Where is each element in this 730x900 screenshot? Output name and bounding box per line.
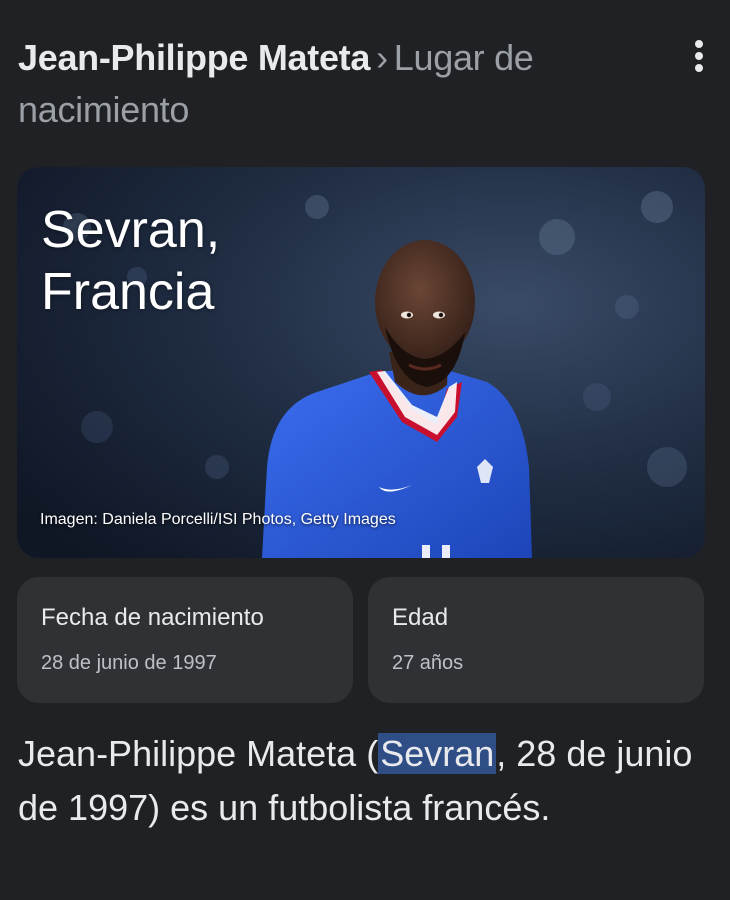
fact-label: Fecha de nacimiento xyxy=(41,604,264,631)
place-title-line-1: Sevran, xyxy=(41,201,221,259)
page-title: Jean-Philippe Mateta › Lugar de nacimiento xyxy=(18,32,658,136)
more-vert-icon xyxy=(695,64,703,72)
fact-card-age[interactable]: Edad 27 años xyxy=(368,577,704,703)
more-vert-icon xyxy=(695,40,703,48)
place-title-line-2: Francia xyxy=(41,263,215,321)
breadcrumb-separator: › xyxy=(376,37,388,78)
fact-value: 28 de junio de 1997 xyxy=(41,652,217,674)
fact-label: Edad xyxy=(392,604,449,631)
hero-image-card[interactable]: Sevran, Francia Imagen: Daniela Porcelli… xyxy=(17,167,705,558)
place-title: Sevran, Francia xyxy=(41,199,220,323)
entity-link[interactable]: Jean-Philippe Mateta xyxy=(18,37,370,78)
snippet-text-before: Jean-Philippe Mateta ( xyxy=(18,733,379,774)
image-credit: Imagen: Daniela Porcelli/ISI Photos, Get… xyxy=(40,511,396,528)
description-snippet: Jean-Philippe Mateta (Sevran, 28 de juni… xyxy=(18,727,708,835)
fact-card-birthdate[interactable]: Fecha de nacimiento 28 de junio de 1997 xyxy=(17,577,353,703)
more-options-button[interactable] xyxy=(684,36,714,76)
more-vert-icon xyxy=(695,52,703,60)
fact-value: 27 años xyxy=(392,652,464,674)
snippet-highlight: Sevran xyxy=(378,733,497,774)
